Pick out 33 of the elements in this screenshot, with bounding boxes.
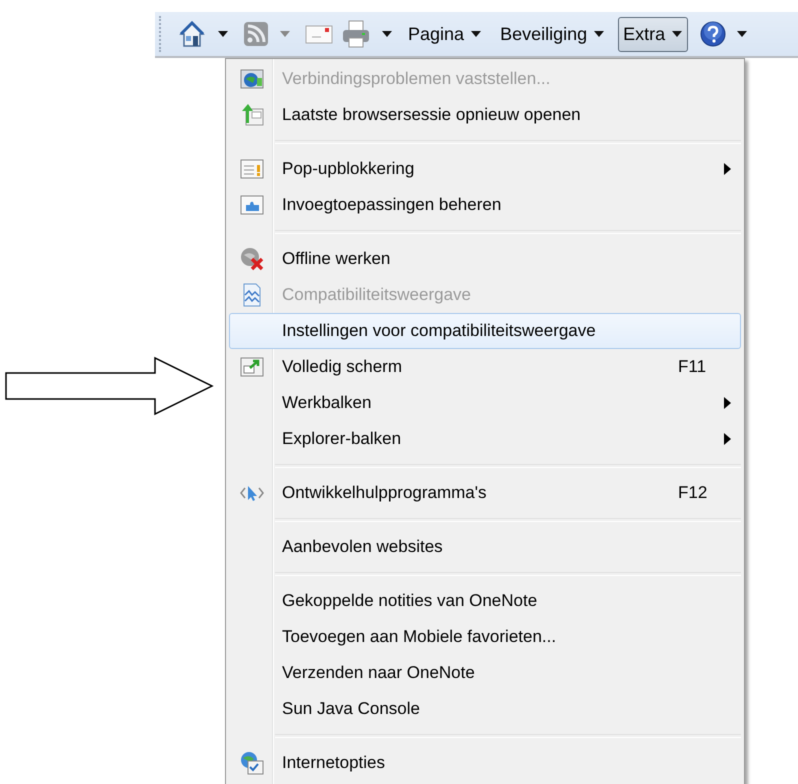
caret-icon: [671, 30, 684, 38]
menu-item[interactable]: Toevoegen aan Mobiele favorieten...: [229, 619, 741, 655]
shortcut-label: F11: [678, 357, 706, 377]
caret-icon[interactable]: [381, 30, 393, 38]
menu-item[interactable]: Aanbevolen websites: [229, 529, 741, 565]
menu-item[interactable]: Instellingen voor compatibiliteitsweergave: [229, 313, 741, 349]
toolbar-menu-button[interactable]: Beveiliging: [495, 16, 610, 52]
globe-cross-icon: [240, 247, 264, 271]
caret-icon: [470, 30, 482, 38]
menu-item[interactable]: Verzenden naar OneNote: [229, 655, 741, 691]
menu-item[interactable]: Laatste browsersessie opnieuw openen: [229, 97, 741, 133]
menu-item[interactable]: Sun Java Console: [229, 691, 741, 727]
menu-item[interactable]: Explorer-balken: [229, 421, 741, 457]
menu-item[interactable]: Gekoppelde notities van OneNote: [229, 583, 741, 619]
toolbar-menu-button[interactable]: Extra: [618, 16, 688, 52]
caret-icon: [593, 30, 606, 38]
window-warning-icon: [240, 157, 264, 181]
menu-item[interactable]: Ontwikkelhulpprogramma's F12: [229, 475, 741, 511]
shortcut-label: F12: [678, 483, 708, 503]
menu-item[interactable]: Offline werken: [229, 241, 741, 277]
menu-item[interactable]: Internetopties: [229, 745, 741, 781]
arrow-window-icon: [240, 103, 264, 127]
menu-item[interactable]: Volledig scherm F11: [229, 349, 741, 385]
puzzle-window-icon: [240, 193, 264, 217]
caret-icon[interactable]: [217, 30, 229, 38]
expand-window-icon: [240, 355, 264, 379]
menu-item[interactable]: Werkbalken: [229, 385, 741, 421]
globe-checklist-icon: [240, 751, 264, 775]
menu-item[interactable]: Invoegtoepassingen beheren: [229, 187, 741, 223]
globe-window-icon: [240, 67, 264, 91]
toolbar-menu-button[interactable]: Pagina: [403, 16, 488, 52]
menu-item[interactable]: Pop-upblokkering: [229, 151, 741, 187]
caret-icon[interactable]: [736, 30, 748, 38]
